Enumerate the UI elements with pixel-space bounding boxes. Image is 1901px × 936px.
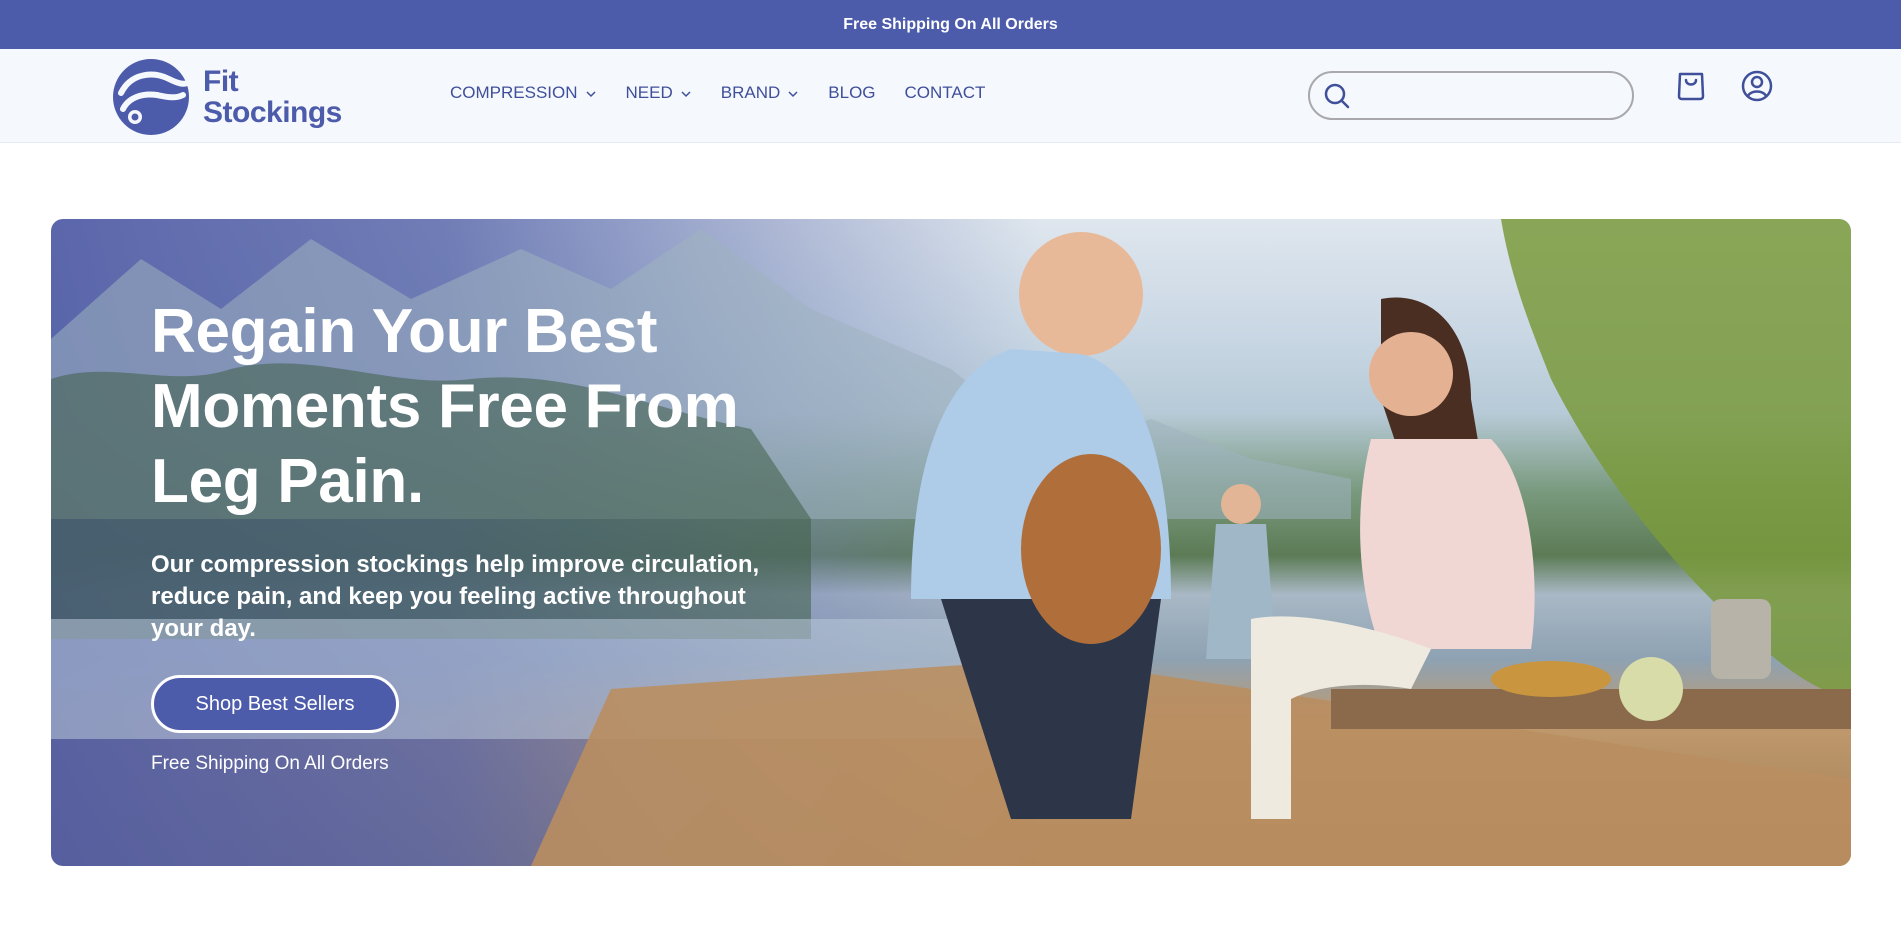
main-nav: COMPRESSION NEED BRAND BLOG CONTACT [450, 83, 1014, 103]
search-input[interactable] [1359, 73, 1632, 118]
announcement-bar: Free Shipping On All Orders [0, 0, 1901, 49]
account-button[interactable] [1739, 68, 1775, 104]
nav-item-need[interactable]: NEED [626, 83, 692, 103]
search-icon[interactable] [1323, 82, 1351, 110]
search-bar [1308, 71, 1634, 120]
nav-item-compression[interactable]: COMPRESSION [450, 83, 597, 103]
brand-logo[interactable]: Fit Stockings [113, 59, 342, 135]
nav-item-label: BRAND [720, 83, 781, 102]
hero-title: Regain Your Best Moments Free From Leg P… [151, 297, 739, 516]
cart-button[interactable] [1673, 68, 1709, 104]
brand-name-line2: Stockings [203, 96, 342, 129]
brand-name: Fit Stockings [203, 66, 342, 128]
nav-item-label: BLOG [828, 83, 876, 102]
user-account-icon [1741, 70, 1773, 102]
chevron-down-icon [788, 91, 798, 98]
shopping-bag-icon [1677, 72, 1705, 101]
shop-best-sellers-button[interactable]: Shop Best Sellers [151, 675, 399, 733]
brand-name-line1: Fit [203, 65, 239, 98]
hero-shipping-note: Free Shipping On All Orders [151, 753, 389, 774]
nav-item-label: COMPRESSION [450, 83, 578, 102]
nav-item-brand[interactable]: BRAND [721, 83, 800, 103]
hero-content: Regain Your Best Moments Free From Leg P… [151, 294, 831, 775]
nav-item-label: CONTACT [904, 83, 986, 102]
chevron-down-icon [586, 91, 596, 98]
chevron-down-icon [681, 91, 691, 98]
nav-item-blog[interactable]: BLOG [828, 83, 875, 103]
site-header: Fit Stockings COMPRESSION NEED BRAND BLO… [0, 49, 1901, 143]
hero-subtitle: Our compression stockings help improve c… [151, 551, 760, 642]
hero-banner: Regain Your Best Moments Free From Leg P… [51, 219, 1851, 866]
nav-item-label: NEED [625, 83, 673, 102]
announcement-text: Free Shipping On All Orders [843, 15, 1058, 33]
wave-logo-icon [113, 59, 189, 135]
nav-item-contact[interactable]: CONTACT [905, 83, 986, 103]
